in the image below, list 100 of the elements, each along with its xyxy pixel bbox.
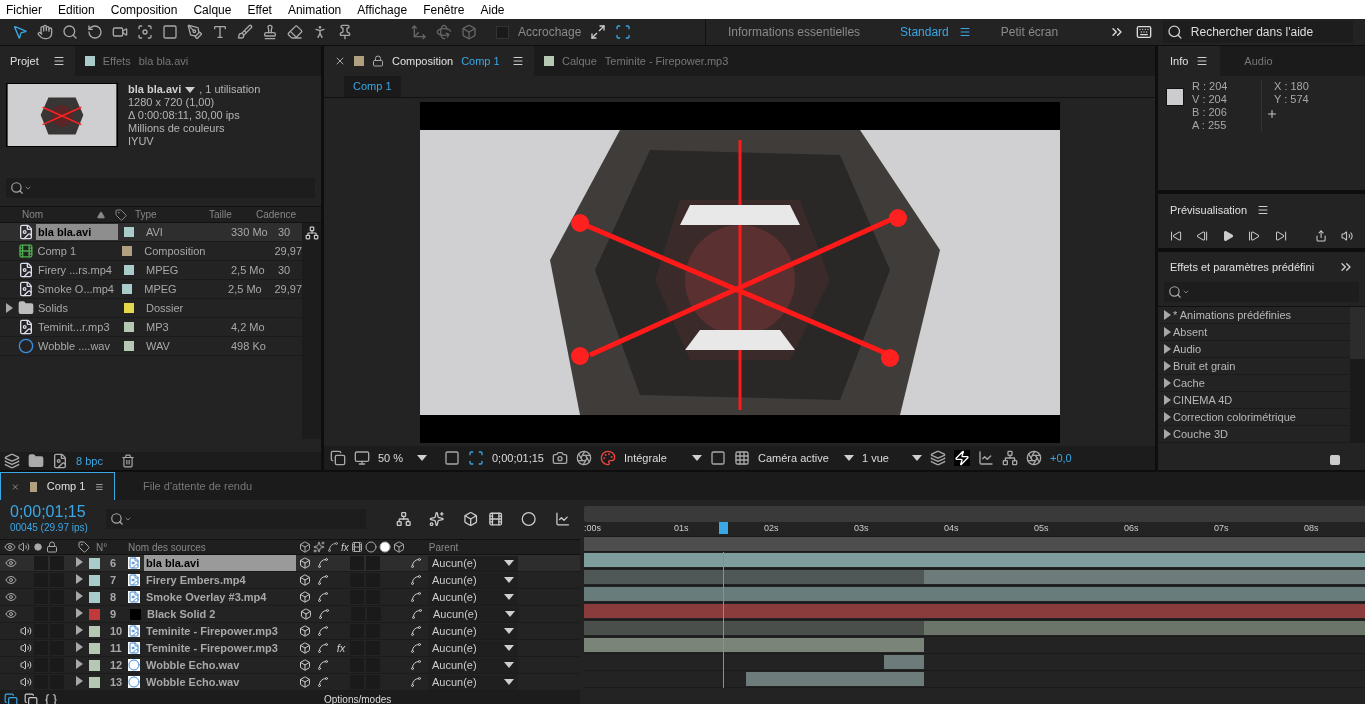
effect-category[interactable]: CINEMA 4D — [1158, 392, 1350, 409]
next-frame-icon[interactable] — [1248, 228, 1261, 243]
layer-duration-bar[interactable] — [883, 655, 925, 669]
brush-tool-icon[interactable] — [237, 24, 253, 40]
fast-preview-icon[interactable] — [954, 450, 970, 466]
pick-whip-icon[interactable] — [410, 642, 422, 654]
stamp-tool-icon[interactable] — [262, 24, 278, 40]
project-item[interactable]: Wobble ....wav WAV 498 Ko — [0, 337, 302, 356]
transparency-grid-icon[interactable] — [734, 450, 750, 466]
parent-dropdown[interactable]: Aucun(e) — [428, 623, 518, 639]
caret-icon[interactable] — [417, 455, 428, 461]
color-depth-button[interactable]: 8 bpc — [76, 452, 103, 470]
parent-dropdown[interactable]: Aucun(e) — [428, 572, 518, 588]
eye-icon[interactable] — [5, 608, 17, 620]
caret-icon[interactable] — [912, 455, 922, 461]
panel-tab[interactable]: Effets bla bla.avi — [74, 46, 199, 76]
effect-category[interactable]: * Animations prédéfinies — [1158, 307, 1350, 324]
effect-category[interactable]: Couche 3D — [1158, 426, 1350, 443]
channel-icon[interactable] — [600, 450, 616, 466]
zoom-dropdown[interactable]: 50 % — [378, 449, 436, 467]
speaker-icon[interactable] — [20, 625, 32, 637]
pick-whip-icon[interactable] — [410, 557, 422, 569]
composition-breadcrumb[interactable]: Comp 1 — [344, 76, 401, 97]
menu-item[interactable]: Aide — [480, 0, 505, 19]
workspace-tab[interactable]: Standard — [900, 23, 949, 41]
project-item[interactable]: Firery ...rs.mp4 MPEG 2,5 Mo 30 — [0, 261, 302, 280]
pen-tool-icon[interactable] — [187, 24, 203, 40]
menu-item[interactable]: Fichier — [6, 0, 42, 19]
mute-audio-icon[interactable] — [1340, 228, 1353, 243]
panel-tab[interactable]: Composition Comp 1 — [324, 46, 534, 76]
parent-dropdown[interactable]: Aucun(e) — [428, 589, 518, 605]
pick-whip-icon[interactable] — [410, 659, 422, 671]
sort-icon[interactable] — [95, 210, 107, 219]
project-item[interactable]: Smoke O...mp4 MPEG 2,5 Mo 29,97 — [0, 280, 302, 299]
effects-search-field[interactable] — [1164, 282, 1359, 302]
caret-icon[interactable] — [504, 679, 514, 685]
close-icon[interactable] — [334, 55, 346, 67]
pick-whip-icon[interactable] — [410, 625, 422, 637]
camera-tool-icon[interactable] — [112, 24, 128, 40]
column-header[interactable]: Parent — [404, 539, 459, 555]
project-item[interactable]: bla bla.avi AVI 330 Mo 30 — [0, 223, 302, 242]
puppet-tool-icon[interactable] — [312, 24, 328, 40]
motion-blur-icon[interactable] — [521, 511, 537, 527]
pick-whip-icon[interactable] — [411, 608, 423, 620]
new-preset-icon[interactable] — [1329, 454, 1341, 466]
menu-item[interactable]: Composition — [110, 0, 178, 19]
project-item[interactable]: Teminit...r.mp3 MP3 4,2 Mo — [0, 318, 302, 337]
panel-tab[interactable]: Projet — [0, 46, 75, 76]
snap-edges-icon[interactable] — [590, 24, 607, 40]
parent-dropdown[interactable]: Aucun(e) — [428, 555, 518, 571]
effect-category[interactable]: Cache — [1158, 375, 1350, 392]
timeline-icon[interactable] — [978, 450, 994, 466]
pick-whip-icon[interactable] — [410, 676, 422, 688]
workspace-tab[interactable]: Petit écran — [1000, 23, 1059, 41]
current-time[interactable]: 0;00;01;15 — [10, 503, 97, 520]
menu-item[interactable]: Effet — [247, 0, 272, 19]
panel-tab[interactable]: File d'attente de rendu — [115, 472, 281, 500]
layer-row[interactable]: 8 Smoke Overlay #3.mp4 Aucun(e) — [0, 589, 580, 606]
layer-search-field[interactable] — [106, 509, 367, 529]
pick-whip-icon[interactable] — [410, 591, 422, 603]
lock-icon[interactable] — [372, 55, 384, 67]
display-icon[interactable] — [354, 450, 370, 466]
eraser-tool-icon[interactable] — [287, 24, 303, 40]
column-header[interactable]: Nom des sources — [122, 539, 299, 555]
panel-menu-icon[interactable] — [1196, 55, 1209, 67]
pin-tool-icon[interactable] — [337, 24, 353, 40]
layer-row[interactable]: 10 Teminite - Firepower.mp3 Aucun(e) — [0, 623, 580, 640]
eye-icon[interactable] — [5, 574, 17, 586]
camera-dropdown[interactable]: Caméra active — [758, 449, 854, 467]
project-item[interactable]: Comp 1 Composition 29,97 — [0, 242, 302, 261]
panel-menu-icon[interactable] — [1257, 204, 1270, 217]
caret-icon[interactable] — [692, 455, 702, 461]
effects-column-header[interactable]: fx — [341, 539, 349, 555]
flowchart-icon[interactable] — [1002, 450, 1018, 466]
delete-icon[interactable] — [120, 454, 135, 468]
mask-visibility-icon[interactable] — [468, 450, 484, 466]
panel-menu-icon[interactable] — [511, 55, 524, 67]
zoom-tool-icon[interactable] — [62, 24, 78, 40]
speaker-icon[interactable] — [20, 659, 32, 671]
rectangle-tool-icon[interactable] — [162, 24, 178, 40]
menu-item[interactable]: Animation — [287, 0, 342, 19]
parent-dropdown[interactable]: Aucun(e) — [428, 657, 518, 673]
parent-dropdown[interactable]: Aucun(e) — [428, 674, 518, 690]
menu-item[interactable]: Affichage — [357, 0, 408, 19]
label-column-icon[interactable] — [115, 208, 127, 221]
composition-flowchart-icon[interactable] — [395, 511, 412, 527]
layer-row[interactable]: 7 Firery Embers.mp4 Aucun(e) — [0, 572, 580, 589]
layer-row[interactable]: 9 Black Solid 2 Aucun(e) — [0, 606, 580, 623]
pick-whip-icon[interactable] — [410, 574, 422, 586]
help-search-field[interactable]: Rechercher dans l'aide — [1163, 21, 1353, 43]
layer-row[interactable]: 11 Teminite - Firepower.mp3 fx Aucun(e) — [0, 640, 580, 657]
expand-arrow-icon[interactable] — [5, 303, 13, 313]
snapshot-icon[interactable] — [552, 450, 568, 466]
panel-tab[interactable]: Audio — [1220, 46, 1297, 76]
caret-icon[interactable] — [504, 628, 514, 634]
help-search-input[interactable]: Rechercher dans l'aide — [1190, 23, 1349, 41]
exposure-value[interactable]: +0,0 — [1050, 449, 1072, 467]
first-frame-icon[interactable] — [1170, 228, 1183, 243]
previous-frame-icon[interactable] — [1196, 228, 1209, 243]
effect-switch[interactable]: fx — [336, 639, 346, 657]
